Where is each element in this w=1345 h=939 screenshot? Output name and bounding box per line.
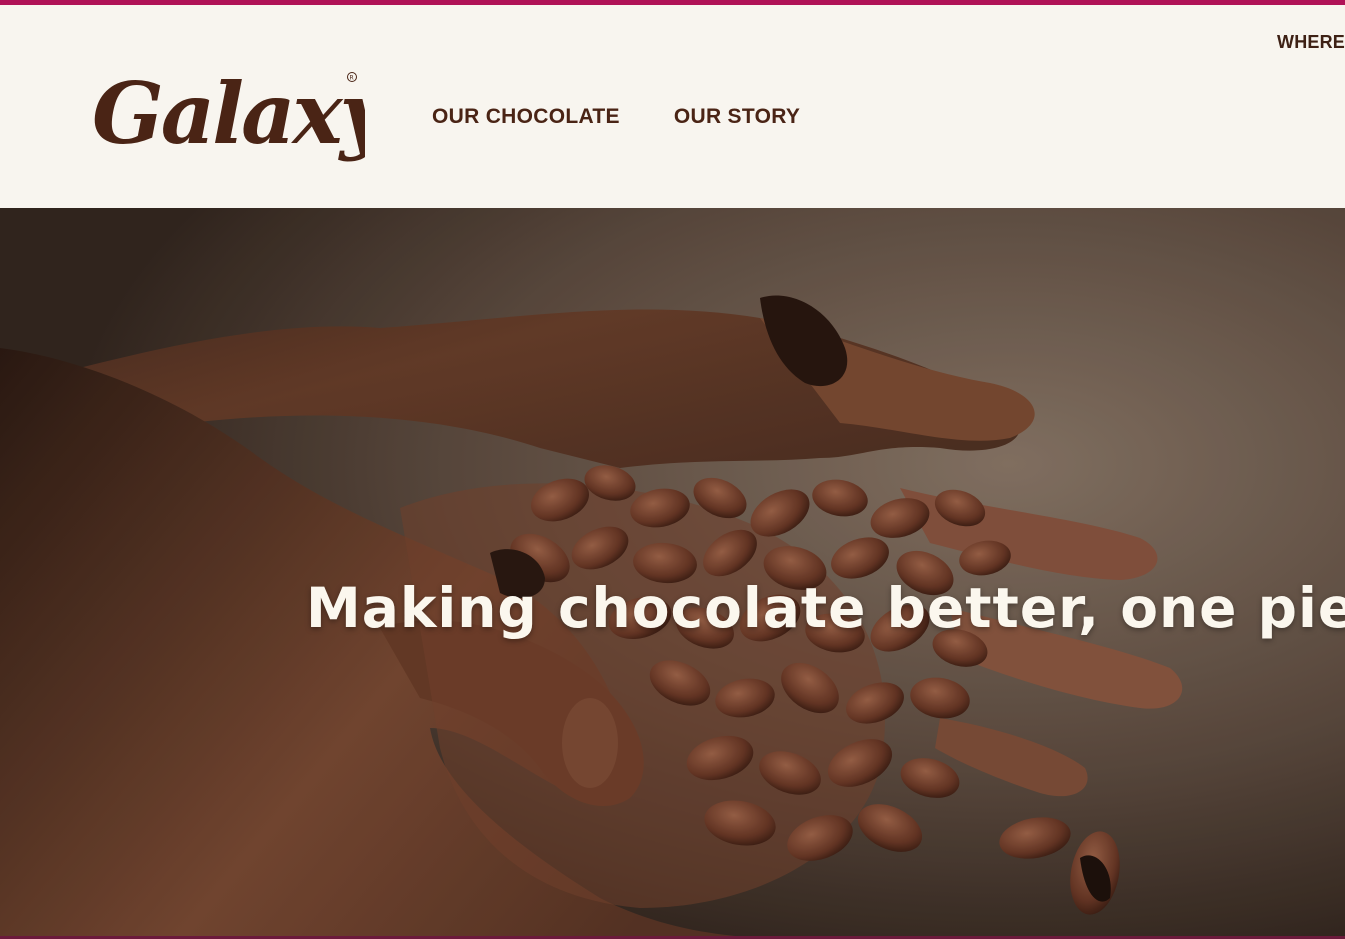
hero-headline: Making chocolate better, one piece: [306, 576, 1345, 640]
site-header: Galaxy R OUR CHOCOLATE OUR STORY WHERE: [0, 5, 1345, 208]
main-nav: OUR CHOCOLATE OUR STORY: [432, 105, 800, 129]
svg-text:Galaxy: Galaxy: [92, 64, 365, 163]
hero-banner: Making chocolate better, one piece: [0, 208, 1345, 939]
svg-text:R: R: [350, 75, 354, 82]
where-to-buy-link[interactable]: WHERE: [1277, 32, 1345, 53]
galaxy-logo[interactable]: Galaxy R: [90, 55, 365, 170]
nav-our-chocolate[interactable]: OUR CHOCOLATE: [432, 105, 620, 129]
galaxy-logo-wordmark: Galaxy R: [92, 64, 365, 163]
hero-image-cocoa-beans: [0, 208, 1345, 939]
nav-our-story[interactable]: OUR STORY: [674, 105, 800, 129]
